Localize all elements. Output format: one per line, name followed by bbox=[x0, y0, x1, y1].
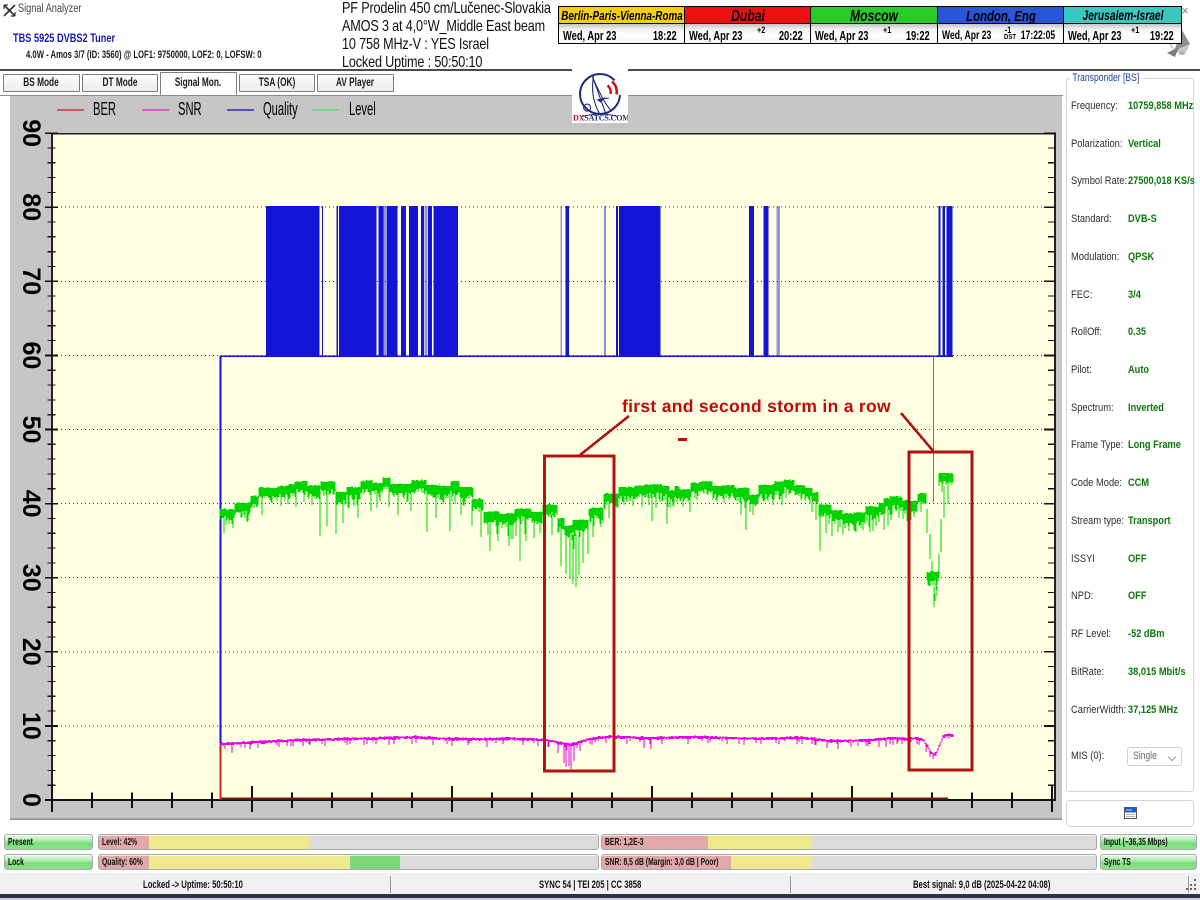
svg-text:0: 0 bbox=[17, 793, 45, 807]
svg-text:dx: dx bbox=[1179, 51, 1185, 56]
svg-text:20: 20 bbox=[17, 638, 45, 666]
svg-text:70: 70 bbox=[17, 267, 45, 295]
svg-text:30: 30 bbox=[17, 564, 45, 592]
svg-text:80: 80 bbox=[17, 193, 45, 221]
svg-text:60: 60 bbox=[17, 341, 45, 369]
svg-text:40: 40 bbox=[17, 490, 45, 518]
svg-text:DXSATCS.COM: DXSATCS.COM bbox=[573, 114, 628, 123]
svg-text:10: 10 bbox=[17, 712, 45, 740]
svg-text:50: 50 bbox=[17, 416, 45, 444]
svg-text:90: 90 bbox=[17, 119, 45, 147]
svg-text:first and second storm in a ro: first and second storm in a row bbox=[622, 396, 891, 416]
